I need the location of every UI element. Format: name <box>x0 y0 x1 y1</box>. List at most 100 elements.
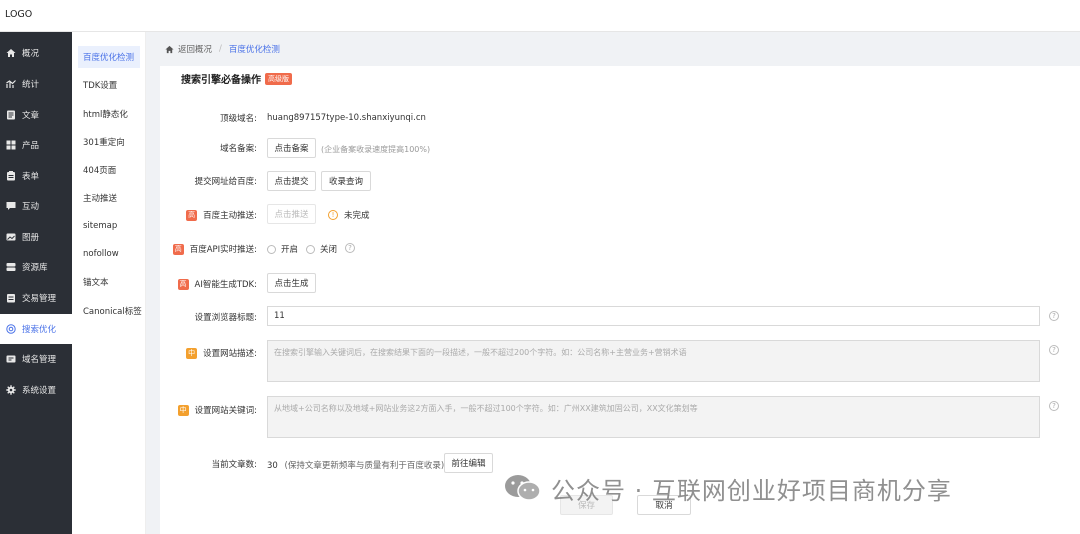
api-off-label: 关闭 <box>320 245 338 255</box>
priority-badge: 中 <box>186 347 198 359</box>
goto-edit-button[interactable]: 前往编辑 <box>444 453 493 473</box>
article-count-value: 30 (保持文章更新频率与质量有利于百度收录) <box>267 459 444 471</box>
priority-badge: 高 <box>186 209 198 221</box>
chat-icon <box>6 201 16 211</box>
sidebar-item-stats[interactable]: 统计 <box>0 69 72 99</box>
home-icon <box>6 48 16 58</box>
sidebar-item-label: 统计 <box>22 80 40 90</box>
secondary-nav: 百度优化检测 TDK设置 html静态化 301重定向 404页面 主动推送 s… <box>72 32 146 534</box>
sidebar-item-label: 概况 <box>22 49 40 59</box>
sidebar-item-label: 资源库 <box>22 263 48 273</box>
subnav-html-static[interactable]: html静态化 <box>78 103 140 125</box>
baidu-push-label: 高 百度主动推送: <box>150 209 257 221</box>
baidu-push-label-text: 百度主动推送: <box>203 211 257 221</box>
breadcrumb-back-link[interactable]: 返回概况 <box>178 43 212 55</box>
push-status: ! 未完成 <box>328 209 370 221</box>
index-query-button[interactable]: 收录查询 <box>321 171 371 191</box>
sidebar-item-label: 产品 <box>22 141 40 151</box>
trade-icon <box>6 293 16 303</box>
subnav-active-push[interactable]: 主动推送 <box>78 187 140 209</box>
sidebar-item-domain[interactable]: 域名管理 <box>0 344 72 374</box>
subnav-canonical[interactable]: Canonical标签 <box>78 300 142 322</box>
breadcrumb-separator: / <box>219 44 222 54</box>
sidebar-item-label: 互动 <box>22 202 40 212</box>
subnav-anchor-text[interactable]: 锚文本 <box>78 271 140 293</box>
sidebar-item-resources[interactable]: 资源库 <box>0 252 72 282</box>
ai-tdk-label-text: AI智能生成TDK: <box>194 280 258 290</box>
icp-button[interactable]: 点击备案 <box>267 138 316 158</box>
logo: LOGO <box>5 9 33 20</box>
help-icon[interactable]: ? <box>1049 345 1059 355</box>
api-on-label: 开启 <box>281 245 299 255</box>
form-icon <box>6 171 16 181</box>
sidebar-item-label: 系统设置 <box>22 386 57 396</box>
breadcrumb-current: 百度优化检测 <box>228 45 280 55</box>
sidebar-item-label: 交易管理 <box>22 294 57 304</box>
article-hint: (保持文章更新频率与质量有利于百度收录) <box>284 461 445 471</box>
api-push-label: 高 百度API实时推送: <box>150 243 257 255</box>
subnav-404[interactable]: 404页面 <box>78 159 140 181</box>
top-bar: LOGO <box>0 0 1080 32</box>
api-on-radio[interactable]: 开启 <box>267 243 298 255</box>
article-icon <box>6 110 16 120</box>
subnav-tdk[interactable]: TDK设置 <box>78 74 140 96</box>
sidebar: 概况 统计 文章 产品 表单 互动 图册 资源库 交易管理 搜索优化 域名管理 <box>0 32 72 534</box>
seo-icon <box>6 324 16 334</box>
article-count-number: 30 <box>267 461 278 471</box>
browser-title-input[interactable]: 11 <box>267 306 1040 326</box>
sidebar-item-album[interactable]: 图册 <box>0 222 72 252</box>
gear-icon <box>6 385 16 395</box>
site-keywords-label-text: 设置网站关键词: <box>194 406 257 416</box>
panel-title: 搜索引擎必备操作 高级版 <box>181 71 292 86</box>
priority-badge: 中 <box>177 404 189 416</box>
sidebar-item-articles[interactable]: 文章 <box>0 100 72 130</box>
sidebar-item-trade[interactable]: 交易管理 <box>0 283 72 313</box>
sidebar-item-settings[interactable]: 系统设置 <box>0 375 72 405</box>
sidebar-item-overview[interactable]: 概况 <box>0 38 72 68</box>
sidebar-item-label: 表单 <box>22 172 40 182</box>
sidebar-item-interaction[interactable]: 互动 <box>0 191 72 221</box>
panel-title-text: 搜索引擎必备操作 <box>181 75 261 86</box>
chart-icon <box>6 79 16 89</box>
sidebar-item-label: 文章 <box>22 111 40 121</box>
help-icon[interactable]: ? <box>1049 401 1059 411</box>
watermark: 公众号 · 互联网创业好项目商机分享 <box>503 472 952 505</box>
site-description-label-text: 设置网站描述: <box>203 349 257 359</box>
site-description-label: 中 设置网站描述: <box>150 347 257 359</box>
radio-circle <box>306 244 315 254</box>
grid-icon <box>6 140 16 150</box>
article-count-label: 当前文章数: <box>211 460 257 470</box>
warning-icon: ! <box>328 210 338 220</box>
domain-icon <box>6 354 16 364</box>
watermark-text: 公众号 · 互联网创业好项目商机分享 <box>551 476 952 505</box>
sidebar-item-seo[interactable]: 搜索优化 <box>0 314 72 344</box>
site-keywords-label: 中 设置网站关键词: <box>150 404 257 416</box>
breadcrumb: 返回概况 / 百度优化检测 <box>165 40 280 58</box>
priority-badge: 高 <box>177 278 189 290</box>
top-domain-label: 顶级域名: <box>220 114 257 124</box>
sidebar-item-products[interactable]: 产品 <box>0 130 72 160</box>
help-icon[interactable]: ? <box>345 243 355 253</box>
subnav-301[interactable]: 301重定向 <box>78 131 140 153</box>
sidebar-item-label: 图册 <box>22 233 40 243</box>
submit-url-label: 提交网址给百度: <box>194 177 257 187</box>
help-icon[interactable]: ? <box>1049 311 1059 321</box>
advanced-tag: 高级版 <box>265 72 292 85</box>
home-icon <box>165 45 174 54</box>
api-off-radio[interactable]: 关闭 <box>306 243 337 255</box>
wechat-icon <box>503 473 543 503</box>
top-domain-value: huang897157type-10.shanxiyunqi.cn <box>267 113 426 123</box>
subnav-baidu-check[interactable]: 百度优化检测 <box>78 46 140 68</box>
submit-url-button[interactable]: 点击提交 <box>267 171 316 191</box>
album-icon <box>6 232 16 242</box>
ai-generate-button[interactable]: 点击生成 <box>267 273 316 293</box>
sidebar-item-forms[interactable]: 表单 <box>0 161 72 191</box>
push-status-text: 未完成 <box>344 211 370 221</box>
subnav-nofollow[interactable]: nofollow <box>78 243 140 265</box>
api-push-label-text: 百度API实时推送: <box>189 245 257 255</box>
sidebar-item-label: 搜索优化 <box>22 325 57 335</box>
site-description-input[interactable]: 在搜索引擎输入关键词后，在搜索结果下面的一段描述，一般不超过200个字符。如：公… <box>267 340 1040 382</box>
site-keywords-input[interactable]: 从地域+公司名称以及地域+网站业务这2方面入手，一般不超过100个字符。如：广州… <box>267 396 1040 438</box>
subnav-sitemap[interactable]: sitemap <box>78 215 140 237</box>
push-button[interactable]: 点击推送 <box>267 204 316 224</box>
